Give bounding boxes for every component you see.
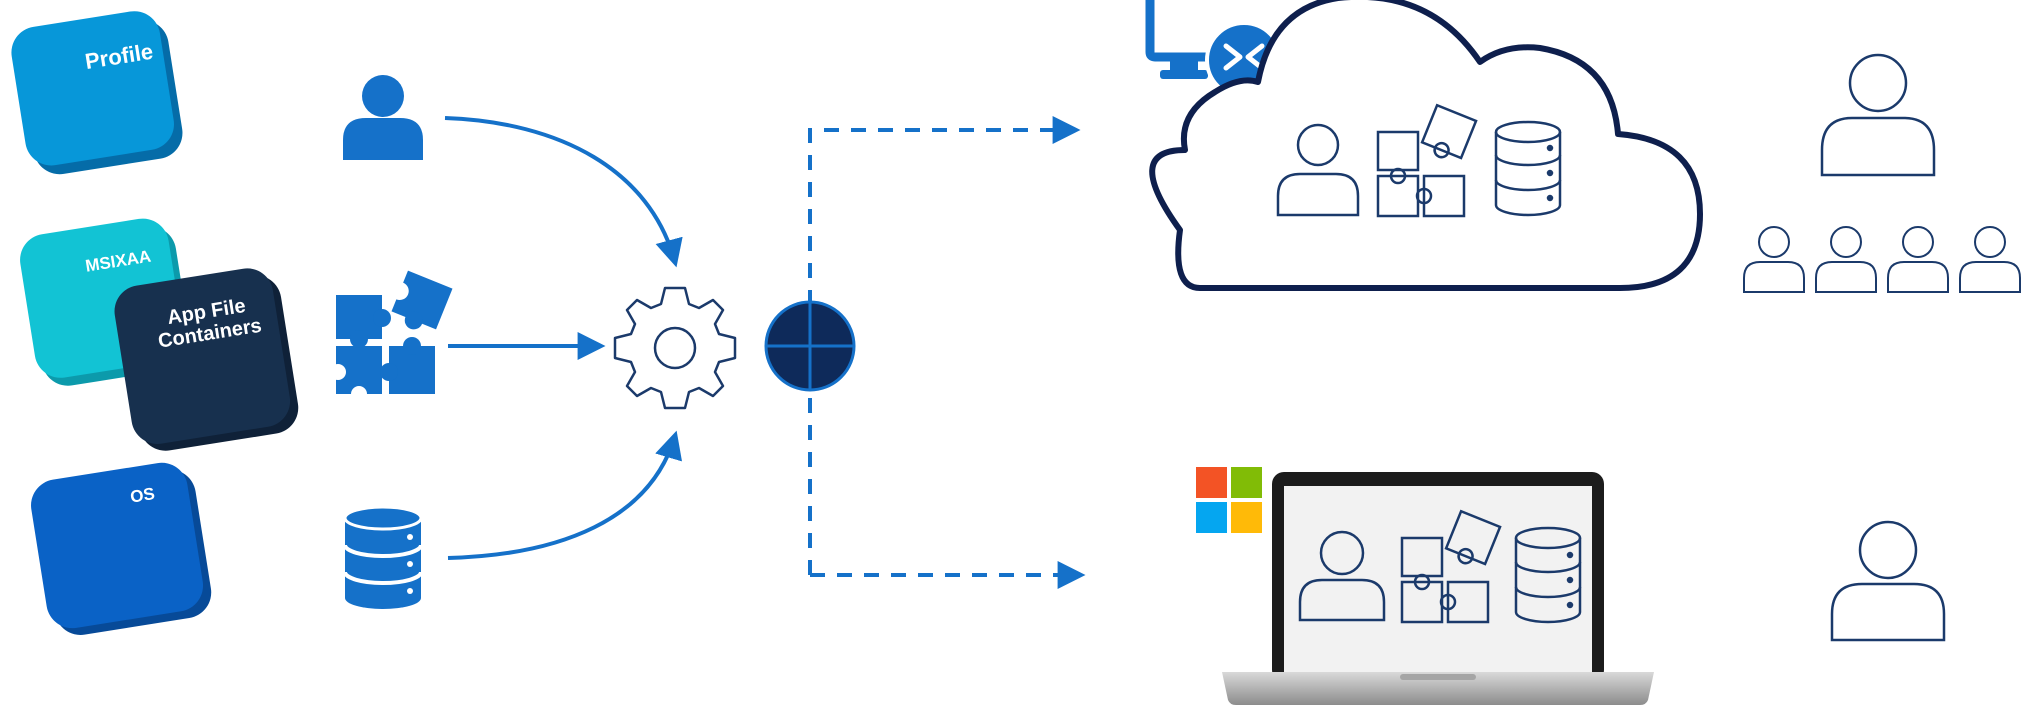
profile-tile: Profile: [11, 11, 183, 175]
windows-logo-icon: [1196, 467, 1262, 533]
laptop-icon: [1222, 472, 1654, 705]
group-user-icon: [1743, 226, 1805, 293]
app-delivery-diagram: Profile MSIXAA App File Containers OS: [11, 0, 2021, 705]
cloud-users-group: [1743, 226, 2021, 293]
globe-icon: [764, 300, 856, 392]
group-user-icon: [1887, 226, 1949, 293]
os-tile-label: OS: [129, 484, 156, 507]
laptop-user-right-icon: [1830, 520, 1946, 642]
puzzle-icon: [330, 270, 453, 402]
database-icon: [343, 505, 423, 609]
cloud-admin-user-icon: [1820, 53, 1936, 177]
app-file-containers-tile: App File Containers: [114, 268, 299, 451]
group-user-icon: [1815, 226, 1877, 293]
user-icon: [343, 75, 423, 160]
group-user-icon: [1959, 226, 2021, 293]
gear-icon: [613, 286, 737, 410]
os-tile: OS: [31, 462, 212, 635]
